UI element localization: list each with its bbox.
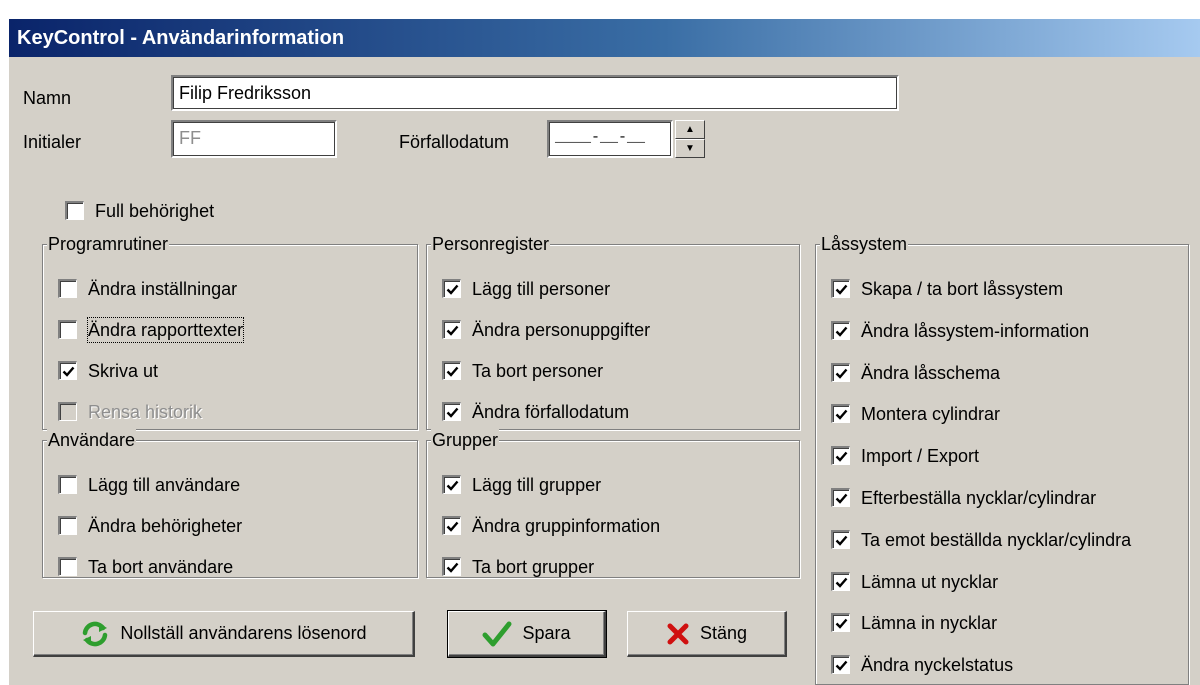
- checkbox-box[interactable]: [442, 361, 461, 380]
- title-bar[interactable]: KeyControl - Användarinformation: [9, 19, 1200, 57]
- checkbox-label: Efterbeställa nycklar/cylindrar: [861, 488, 1097, 508]
- group-programrutiner: Programrutiner Ändra inställningar Ändra …: [42, 233, 418, 430]
- checkbox-label: Lägg till grupper: [472, 475, 602, 495]
- group-anvandare: Användare Lägg till användare Ändra behör…: [42, 429, 418, 578]
- checkbox-label: Rensa historik: [88, 402, 203, 422]
- checkbox-box[interactable]: [831, 655, 850, 675]
- checkbox-label: Lägg till användare: [88, 475, 241, 495]
- group-grupper: Grupper Lägg till grupper Ändra gruppinfo…: [426, 429, 800, 578]
- spin-up-button[interactable]: ▲: [675, 120, 705, 139]
- checkbox-label: Ta bort personer: [472, 361, 604, 381]
- group-title: Användare: [47, 429, 137, 451]
- checkbox-box[interactable]: [831, 613, 850, 633]
- checkbox-label: Ändra låsschema: [861, 362, 1001, 383]
- expiry-date-spinner[interactable]: ▲ ▼: [675, 120, 705, 158]
- checkmark-icon: [482, 621, 512, 646]
- x-icon: [667, 623, 689, 644]
- checkbox-label: Skriva ut: [88, 361, 159, 381]
- checkbox-box[interactable]: [831, 279, 850, 298]
- checkbox-label: Lämna in nycklar: [861, 613, 998, 634]
- group-title: Programrutiner: [47, 233, 170, 255]
- checkbox-box[interactable]: [442, 320, 461, 339]
- checkbox-box[interactable]: [58, 516, 77, 535]
- checkbox-label: Ta emot beställda nycklar/cylindra: [861, 529, 1132, 550]
- checkbox-label: Ändra rapporttexter: [86, 317, 245, 343]
- checkbox-box[interactable]: [442, 516, 461, 535]
- checkbox-box[interactable]: [831, 446, 850, 466]
- checkbox-label: Skapa / ta bort låssystem: [861, 279, 1064, 299]
- name-field[interactable]: Filip Fredriksson: [171, 75, 899, 111]
- reset-password-button[interactable]: Nollställ användarens lösenord: [33, 611, 415, 657]
- checkbox-label: Ta bort användare: [88, 557, 234, 577]
- checkbox-box[interactable]: [58, 557, 77, 576]
- checkbox-box[interactable]: [831, 488, 850, 507]
- initials-label: Initialer: [23, 132, 82, 152]
- checkbox-label: Ändra gruppinformation: [472, 516, 661, 536]
- checkbox-box[interactable]: [442, 402, 461, 421]
- checkbox-box[interactable]: [831, 571, 850, 591]
- checkbox-box[interactable]: [442, 279, 461, 298]
- save-label: Spara: [522, 623, 571, 643]
- group-title: Låssystem: [820, 233, 909, 255]
- checkbox-box[interactable]: [58, 279, 77, 298]
- checkbox-label: Montera cylindrar: [861, 404, 1001, 425]
- checkbox-label: Lägg till personer: [472, 279, 611, 299]
- spin-down-button[interactable]: ▼: [675, 139, 705, 158]
- checkbox-label: Import / Export: [861, 446, 980, 467]
- name-label: Namn: [23, 88, 72, 108]
- checkbox-label: Ta bort grupper: [472, 557, 595, 577]
- checkbox-label: Ändra behörigheter: [88, 516, 243, 536]
- initials-field: FF: [171, 120, 337, 158]
- checkbox-box[interactable]: [442, 557, 461, 576]
- checkbox-label: Ändra personuppgifter: [472, 320, 651, 340]
- checkbox-box[interactable]: [831, 404, 850, 424]
- checkbox-box[interactable]: [831, 362, 850, 382]
- checkbox-box[interactable]: [58, 361, 77, 380]
- expiry-label: Förfallodatum: [399, 132, 510, 152]
- save-button[interactable]: Spara: [447, 610, 607, 658]
- reset-password-label: Nollställ användarens lösenord: [120, 623, 367, 643]
- checkbox-box: [58, 402, 77, 421]
- refresh-icon: [83, 621, 108, 646]
- checkbox-label: Ändra förfallodatum: [472, 402, 630, 422]
- checkbox-label: Ändra låssystem-information: [861, 320, 1090, 341]
- checkbox-box[interactable]: [58, 475, 77, 494]
- group-title: Personregister: [431, 233, 551, 255]
- checkbox-box[interactable]: [831, 529, 850, 549]
- expiry-date-field[interactable]: ____-__-__: [547, 120, 673, 158]
- checkbox-box[interactable]: [65, 201, 84, 220]
- checkbox-box[interactable]: [58, 320, 77, 339]
- checkbox-label: Ändra inställningar: [88, 279, 238, 299]
- window-title: KeyControl - Användarinformation: [17, 27, 345, 49]
- group-lassystem: Låssystem Skapa / ta bort låssystem Ändra…: [815, 233, 1189, 685]
- close-button[interactable]: Stäng: [627, 611, 787, 657]
- close-label: Stäng: [699, 623, 748, 643]
- checkbox-label: Lämna ut nycklar: [861, 571, 999, 592]
- checkbox-box[interactable]: [442, 475, 461, 494]
- checkbox-box[interactable]: [831, 320, 850, 340]
- checkbox-label: Ändra nyckelstatus: [861, 655, 1014, 676]
- group-personregister: Personregister Lägg till personer Ändra p…: [426, 233, 800, 430]
- group-title: Grupper: [431, 429, 500, 451]
- checkbox-label: Full behörighet: [95, 201, 215, 221]
- user-info-dialog: KeyControl - Användarinformation Namn Fi…: [8, 18, 1200, 685]
